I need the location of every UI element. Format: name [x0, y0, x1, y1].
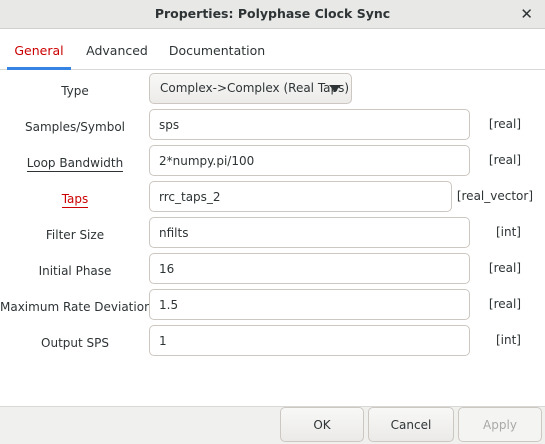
chevron-down-icon	[329, 85, 341, 92]
max-rate-deviation-input[interactable]	[149, 289, 470, 320]
filter-size-input[interactable]	[149, 217, 470, 248]
loop-bandwidth-label: Loop Bandwidth	[26, 156, 124, 172]
ok-button[interactable]: OK	[280, 407, 364, 442]
sps-row: Samples/Symbol [real]	[0, 109, 545, 145]
taps-type: [real_vector]	[456, 189, 533, 203]
filter-size-label: Filter Size	[45, 228, 105, 242]
initial-phase-input[interactable]	[149, 253, 470, 284]
loop-bandwidth-row: Loop Bandwidth [real]	[0, 145, 545, 181]
output-sps-type: [int]	[495, 333, 521, 347]
apply-button[interactable]: Apply	[458, 407, 542, 442]
max-rate-deviation-row: Maximum Rate Deviation [real]	[0, 289, 545, 325]
filter-size-row: Filter Size [int]	[0, 217, 545, 253]
sps-label: Samples/Symbol	[25, 120, 125, 134]
window-title: Properties: Polyphase Clock Sync	[154, 6, 391, 21]
loop-bandwidth-type: [real]	[488, 153, 521, 167]
close-icon[interactable]: ✕	[520, 0, 533, 28]
output-sps-input[interactable]	[149, 325, 470, 356]
type-row: Type Complex->Complex (Real Taps)	[0, 73, 545, 109]
filter-size-type: [int]	[495, 225, 521, 239]
taps-label: Taps	[61, 192, 89, 208]
tab-documentation[interactable]: Documentation	[165, 29, 269, 69]
type-dropdown[interactable]: Complex->Complex (Real Taps)	[149, 73, 352, 104]
cancel-button[interactable]: Cancel	[368, 407, 454, 442]
initial-phase-label: Initial Phase	[38, 264, 112, 278]
title-bar: Properties: Polyphase Clock Sync ✕	[0, 0, 545, 29]
sps-input[interactable]	[149, 109, 470, 140]
initial-phase-row: Initial Phase [real]	[0, 253, 545, 289]
loop-bandwidth-input[interactable]	[149, 145, 470, 176]
output-sps-row: Output SPS [int]	[0, 325, 545, 361]
output-sps-label: Output SPS	[41, 336, 109, 350]
button-bar: OK Cancel Apply	[0, 406, 545, 444]
max-rate-deviation-label: Maximum Rate Deviation	[0, 300, 152, 314]
tab-general[interactable]: General	[7, 29, 71, 70]
tab-advanced[interactable]: Advanced	[79, 29, 155, 69]
initial-phase-type: [real]	[488, 261, 521, 275]
taps-row: Taps [real_vector]	[0, 181, 545, 217]
max-rate-deviation-type: [real]	[488, 297, 521, 311]
tab-bar: General Advanced Documentation	[0, 29, 545, 70]
sps-type: [real]	[488, 117, 521, 131]
type-dropdown-value: Complex->Complex (Real Taps)	[160, 81, 350, 95]
type-label: Type	[61, 84, 89, 98]
taps-input[interactable]	[149, 181, 452, 212]
